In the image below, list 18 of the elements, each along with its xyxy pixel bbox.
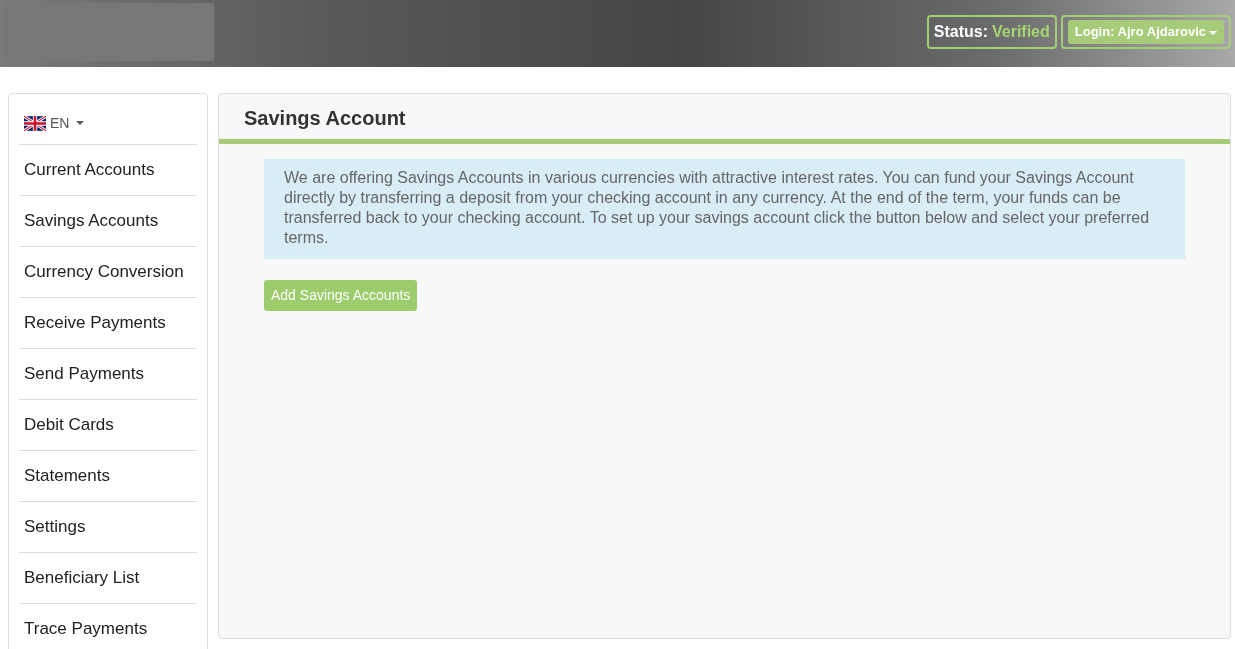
sidebar-item[interactable]: Send Payments [19, 349, 197, 400]
info-message: We are offering Savings Accounts in various currencies with attractive interest rates. You can fund your Savings Account directly by transferring a deposit from your checking account in any currency. At the end of the term, your funds can be transferred back to your checking account. To set up your savings account click the button below and select your preferred terms. [264, 159, 1185, 259]
sidebar-item[interactable]: Debit Cards [19, 400, 197, 451]
sidebar-item[interactable]: Settings [19, 502, 197, 553]
sidebar-item[interactable]: Statements [19, 451, 197, 502]
sidebar-item[interactable]: Currency Conversion [19, 247, 197, 298]
status-value: Verified [991, 23, 1050, 40]
caret-icon [76, 121, 85, 125]
language-selector[interactable]: EN [24, 112, 85, 134]
panel-title: Savings Account [219, 94, 1230, 144]
flag-icon [24, 115, 46, 131]
caret-icon [1209, 30, 1217, 35]
sidebar-item[interactable]: Trace Payments [19, 604, 197, 649]
sidebar-item[interactable]: Beneficiary List [19, 553, 197, 604]
sidebar-item[interactable]: Savings Accounts [19, 196, 197, 247]
sidebar-item[interactable]: Receive Payments [19, 298, 197, 349]
sidebar-item[interactable]: Current Accounts [19, 145, 197, 196]
status-label: Status: [933, 23, 988, 40]
